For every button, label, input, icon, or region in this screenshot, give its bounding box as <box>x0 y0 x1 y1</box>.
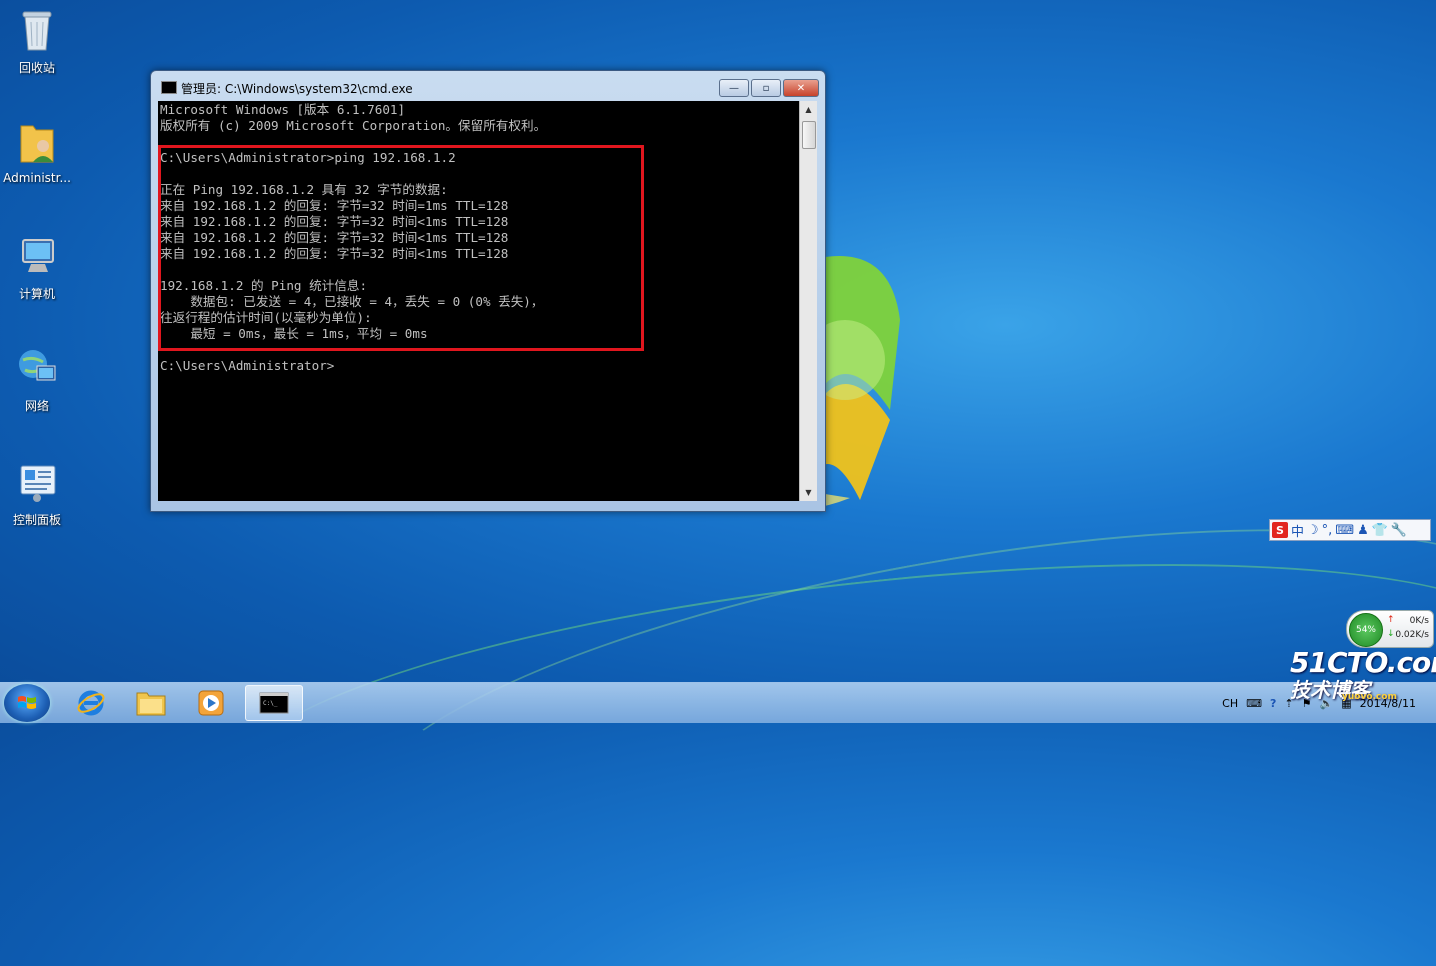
punctuation-icon[interactable]: °, <box>1322 523 1333 538</box>
user-folder-icon <box>20 125 54 163</box>
taskbar-explorer[interactable] <box>122 685 180 721</box>
ime-mode-toggle[interactable]: 中 <box>1291 521 1304 540</box>
scrollbar-thumb[interactable] <box>802 121 816 149</box>
vertical-scrollbar[interactable]: ▲ ▼ <box>799 101 817 501</box>
upload-speed: 0K/s <box>1409 616 1429 626</box>
wrench-icon[interactable]: 🔧 <box>1391 523 1407 538</box>
taskbar: C:\_ CH ⌨ ? ⇡ ⚑ 🔈 ▦ 2014/8/11 <box>0 682 1436 723</box>
ime-toolbar[interactable]: S 中 ☽ °, ⌨ ♟ 👕 🔧 <box>1269 519 1431 541</box>
network-monitor-widget[interactable]: 54% ↑ ↓ 0K/s 0.02K/s <box>1346 610 1434 648</box>
windows-flag-icon <box>18 696 36 709</box>
cpu-gauge: 54% <box>1349 613 1383 647</box>
scroll-up-arrow-icon[interactable]: ▲ <box>800 101 817 118</box>
computer-icon <box>22 239 54 272</box>
moon-icon[interactable]: ☽ <box>1307 523 1319 538</box>
taskbar-ie[interactable] <box>62 685 120 721</box>
watermark-site: yuovo.com <box>1342 692 1397 702</box>
recycle-bin-icon <box>22 11 52 51</box>
language-indicator[interactable]: CH <box>1222 697 1238 710</box>
control-panel-icon <box>20 465 56 502</box>
download-speed: 0.02K/s <box>1395 630 1429 640</box>
desktop-icon-label: 计算机 <box>18 287 55 301</box>
desktop-icon-computer[interactable]: 计算机 <box>0 234 74 302</box>
keyboard-icon[interactable]: ⌨ <box>1335 523 1354 538</box>
desktop-icon-control-panel[interactable]: 控制面板 <box>0 460 74 528</box>
file-explorer-icon <box>136 692 166 716</box>
window-title: 管理员: C:\Windows\system32\cmd.exe <box>181 82 413 96</box>
network-icon <box>19 350 56 381</box>
keyboard-icon[interactable]: ⌨ <box>1246 697 1262 710</box>
start-button[interactable] <box>4 684 50 722</box>
desktop-icon-label: 控制面板 <box>12 513 61 527</box>
media-player-icon <box>198 690 224 716</box>
minimize-button[interactable]: — <box>719 79 749 97</box>
desktop-icon-label: 回收站 <box>18 61 55 75</box>
help-icon[interactable]: ? <box>1270 697 1276 710</box>
upload-arrow-icon: ↑ <box>1387 615 1395 625</box>
desktop-icon-label: Administr... <box>3 171 71 185</box>
internet-explorer-icon <box>77 690 105 716</box>
taskbar-cmd[interactable]: C:\_ <box>245 685 303 721</box>
watermark-line1: 51CTO.com <box>1290 646 1436 679</box>
window-titlebar[interactable]: 管理员: C:\Windows\system32\cmd.exe — ▫ ✕ <box>151 71 825 101</box>
desktop-icon-label: 网络 <box>24 399 49 413</box>
skin-icon[interactable]: 👕 <box>1372 523 1388 538</box>
scroll-down-arrow-icon[interactable]: ▼ <box>800 484 817 501</box>
maximize-button[interactable]: ▫ <box>751 79 781 97</box>
desktop-icon-recycle-bin[interactable]: 回收站 <box>0 8 74 76</box>
cmd-icon: C:\_ <box>259 692 289 714</box>
close-button[interactable]: ✕ <box>783 79 819 97</box>
watermark: 51CTO.com 技术博客 yuovo.com <box>1290 646 1436 703</box>
taskbar-media-player[interactable] <box>182 685 240 721</box>
cmd-icon[interactable] <box>161 81 177 94</box>
red-highlight-box <box>158 145 644 351</box>
download-arrow-icon: ↓ <box>1387 629 1395 639</box>
user-icon[interactable]: ♟ <box>1357 523 1369 538</box>
svg-text:C:\_: C:\_ <box>263 700 278 707</box>
desktop-icon-network[interactable]: 网络 <box>0 346 74 414</box>
desktop-icon-administrator[interactable]: Administr... <box>0 120 74 185</box>
sogou-logo-icon[interactable]: S <box>1272 522 1288 538</box>
